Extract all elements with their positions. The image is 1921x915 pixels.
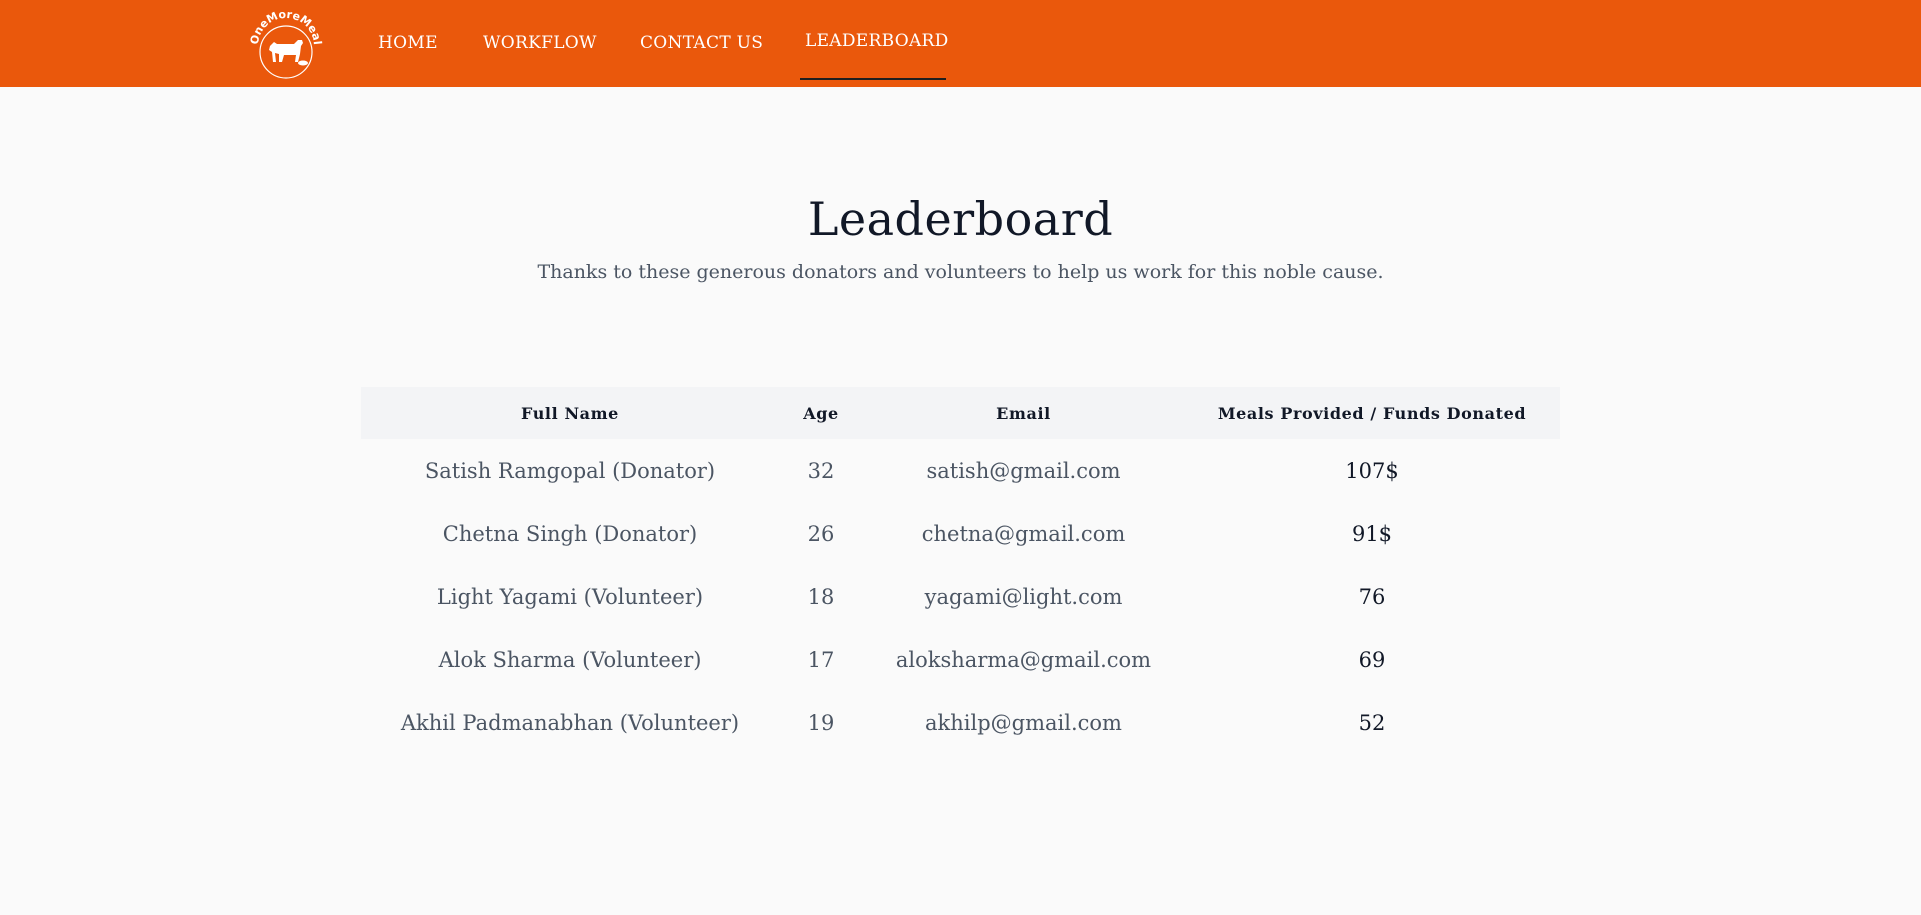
table-row: Akhil Padmanabhan (Volunteer) 19 akhilp@… — [361, 691, 1560, 754]
table-header-row: Full Name Age Email Meals Provided / Fun… — [361, 387, 1560, 439]
nav-contact-link[interactable]: CONTACT US — [640, 33, 763, 53]
column-header-meals: Meals Provided / Funds Donated — [1217, 403, 1527, 423]
page-title: Leaderboard — [807, 192, 1114, 246]
table-row: Chetna Singh (Donator) 26 chetna@gmail.c… — [361, 502, 1560, 565]
cell-age: 17 — [807, 647, 835, 672]
nav-workflow-link[interactable]: WORKFLOW — [483, 33, 597, 53]
active-tab-indicator — [800, 78, 946, 80]
cell-email: yagami@light.com — [924, 584, 1123, 609]
cell-email: aloksharma@gmail.com — [895, 647, 1152, 672]
cell-name: Chetna Singh (Donator) — [442, 521, 698, 546]
cell-email: chetna@gmail.com — [921, 521, 1126, 546]
logo-dog-icon[interactable]: OneMoreMeal — [248, 6, 324, 82]
cell-meals: 91$ — [1351, 521, 1393, 546]
cell-age: 26 — [807, 521, 835, 546]
cell-name: Akhil Padmanabhan (Volunteer) — [400, 710, 740, 735]
table-row: Satish Ramgopal (Donator) 32 satish@gmai… — [361, 439, 1560, 502]
cell-age: 32 — [807, 458, 835, 483]
page-subtitle: Thanks to these generous donators and vo… — [537, 261, 1384, 283]
column-header-age: Age — [803, 403, 839, 423]
column-header-full-name: Full Name — [521, 403, 619, 423]
nav-home-link[interactable]: HOME — [378, 33, 438, 53]
cell-meals: 107$ — [1345, 458, 1399, 483]
cell-email: akhilp@gmail.com — [925, 710, 1122, 735]
cell-meals: 76 — [1358, 584, 1386, 609]
cell-name: Satish Ramgopal (Donator) — [424, 458, 716, 483]
cell-name: Light Yagami (Volunteer) — [436, 584, 704, 609]
onemoremeal-logo: OneMoreMeal — [248, 8, 324, 79]
column-header-email: Email — [996, 403, 1051, 423]
cell-age: 19 — [807, 710, 835, 735]
nav-leaderboard-link[interactable]: LEADERBOARD — [805, 31, 949, 51]
svg-text:OneMoreMeal: OneMoreMeal — [248, 8, 324, 46]
table-row: Light Yagami (Volunteer) 18 yagami@light… — [361, 565, 1560, 628]
navbar: OneMoreMeal HOME WORKFLOW CONTACT US LEA… — [0, 0, 1921, 87]
table-row: Alok Sharma (Volunteer) 17 aloksharma@gm… — [361, 628, 1560, 691]
cell-name: Alok Sharma (Volunteer) — [438, 647, 702, 672]
leaderboard-table: Full Name Age Email Meals Provided / Fun… — [361, 387, 1560, 754]
cell-email: satish@gmail.com — [926, 458, 1121, 483]
cell-age: 18 — [807, 584, 835, 609]
cell-meals: 52 — [1358, 710, 1386, 735]
cell-meals: 69 — [1358, 647, 1386, 672]
